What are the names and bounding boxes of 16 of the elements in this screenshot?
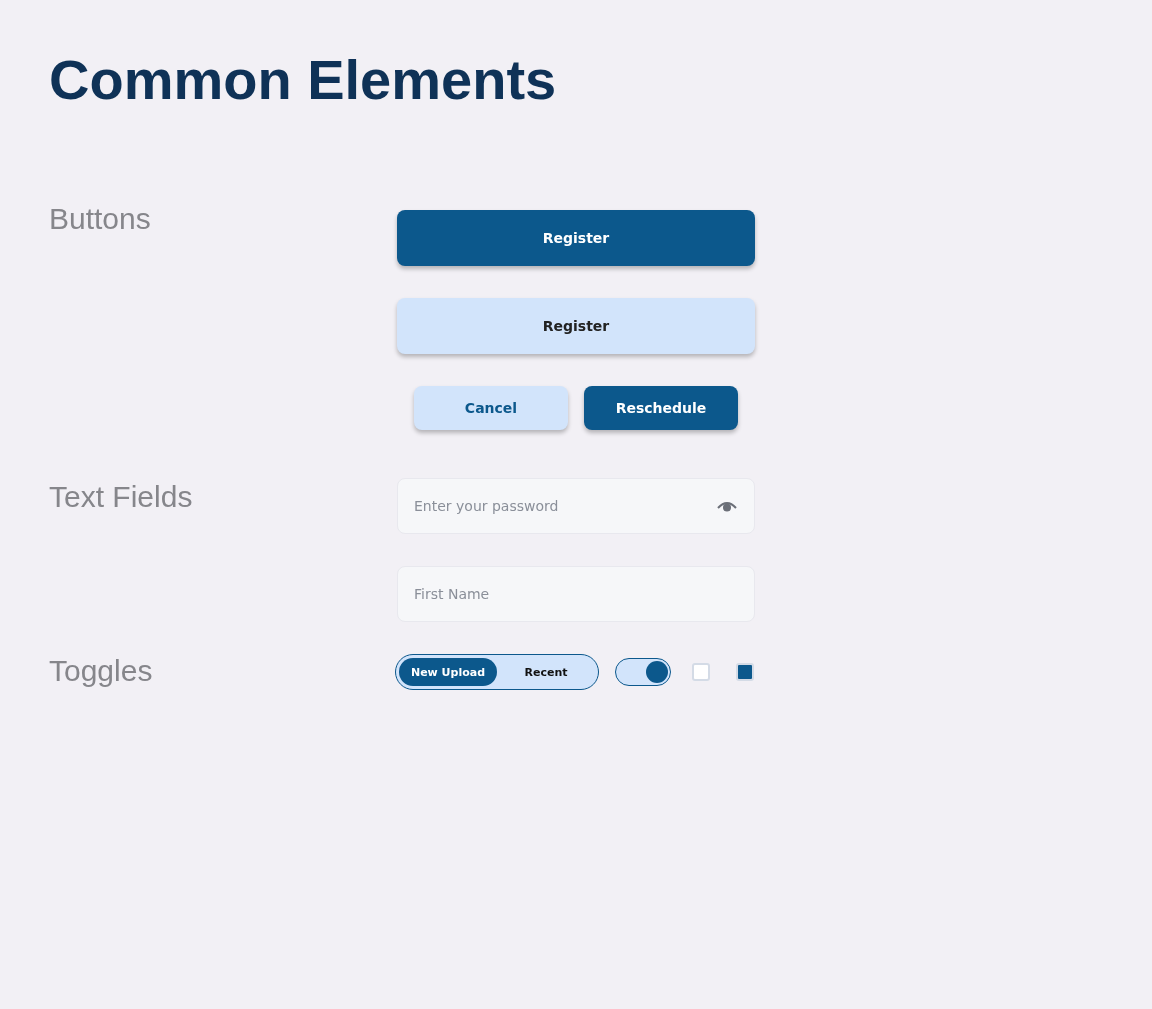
section-label: Text Fields: [49, 480, 194, 515]
checkbox[interactable]: [692, 663, 710, 681]
section-label: Buttons: [49, 202, 152, 237]
segment-tab[interactable]: Recent: [497, 658, 595, 686]
page-title: Common Elements: [49, 47, 558, 113]
toggle-switch[interactable]: [615, 658, 671, 686]
register-button[interactable]: Register: [397, 298, 755, 354]
checkbox[interactable]: [736, 663, 754, 681]
eye-icon[interactable]: [717, 500, 737, 512]
password-field[interactable]: Enter your password: [397, 478, 755, 534]
section-label: Toggles: [49, 654, 154, 689]
segment-tab[interactable]: New Upload: [399, 658, 497, 686]
reschedule-button[interactable]: Reschedule: [584, 386, 738, 430]
register-button[interactable]: Register: [397, 210, 755, 266]
cancel-button[interactable]: Cancel: [414, 386, 568, 430]
input-field[interactable]: First Name: [397, 566, 755, 622]
